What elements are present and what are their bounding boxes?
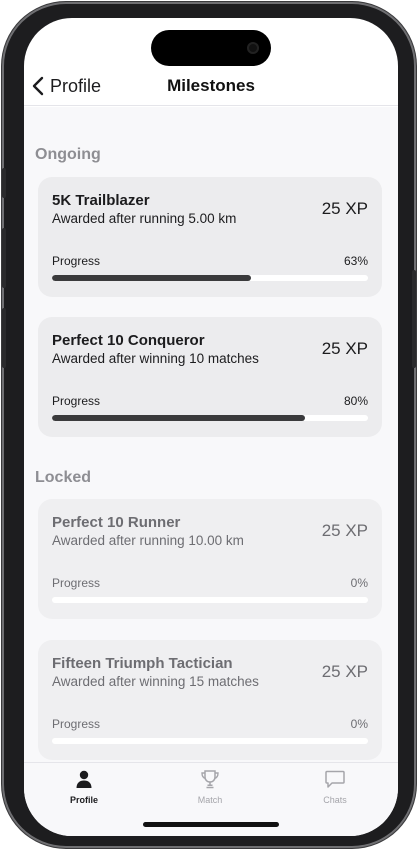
milestone-card[interactable]: Perfect 10 Conqueror Awarded after winni… [38, 317, 382, 437]
milestone-title: Perfect 10 Runner [52, 514, 181, 531]
milestone-xp: 25 XP [321, 339, 368, 358]
milestone-card[interactable]: 5K Trailblazer Awarded after running 5.0… [38, 177, 382, 297]
milestone-xp: 25 XP [321, 662, 368, 681]
screen: Profile Milestones Ongoing 5K Trailblaze… [24, 18, 398, 836]
page-title: Milestones [167, 76, 255, 95]
power-button [412, 270, 416, 368]
milestone-description: Awarded after running 10.00 km [52, 533, 244, 548]
front-camera [247, 42, 259, 54]
person-icon [39, 769, 129, 789]
milestone-xp: 25 XP [321, 521, 368, 540]
progress-label: Progress [52, 394, 101, 408]
progress-bar [52, 415, 368, 421]
navigation-bar: Profile Milestones [24, 66, 398, 106]
volume-up-button [2, 228, 6, 288]
milestone-description: Awarded after running 5.00 km [52, 211, 237, 226]
section-header-ongoing: Ongoing [35, 146, 101, 163]
progress-percent: 80% [343, 394, 368, 408]
tab-profile[interactable]: Profile [39, 769, 129, 809]
progress-fill [52, 275, 252, 281]
home-indicator[interactable] [143, 822, 279, 827]
milestones-list[interactable]: Ongoing 5K Trailblazer Awarded after run… [24, 107, 398, 762]
progress-percent: 0% [350, 576, 368, 590]
progress-bar [52, 738, 368, 744]
milestone-card-locked[interactable]: Perfect 10 Runner Awarded after running … [38, 499, 382, 619]
phone-frame: Profile Milestones Ongoing 5K Trailblaze… [2, 2, 416, 848]
tab-match[interactable]: Match [165, 769, 255, 809]
progress-bar [52, 275, 368, 281]
progress-percent: 63% [343, 254, 368, 268]
progress-label: Progress [52, 717, 101, 731]
progress-bar [52, 597, 368, 603]
milestone-xp: 25 XP [321, 199, 368, 218]
progress-label: Progress [52, 254, 101, 268]
trophy-icon [165, 769, 255, 789]
dynamic-island [151, 30, 271, 66]
progress-fill [52, 415, 305, 421]
milestone-title: 5K Trailblazer [52, 192, 150, 209]
tab-chats[interactable]: Chats [290, 769, 380, 809]
milestone-description: Awarded after winning 15 matches [52, 674, 259, 689]
tab-label: Chats [323, 795, 347, 805]
volume-down-button [2, 308, 6, 368]
milestone-card-locked[interactable]: Fifteen Triumph Tactician Awarded after … [38, 640, 382, 760]
section-header-locked: Locked [35, 469, 92, 486]
milestone-title: Fifteen Triumph Tactician [52, 655, 233, 672]
milestone-description: Awarded after winning 10 matches [52, 351, 259, 366]
tab-label: Match [197, 795, 223, 805]
chat-bubble-icon [290, 769, 380, 789]
progress-label: Progress [52, 576, 101, 590]
milestone-title: Perfect 10 Conqueror [52, 332, 205, 349]
mute-switch [2, 168, 6, 198]
tab-label: Profile [69, 795, 98, 805]
progress-percent: 0% [350, 717, 368, 731]
